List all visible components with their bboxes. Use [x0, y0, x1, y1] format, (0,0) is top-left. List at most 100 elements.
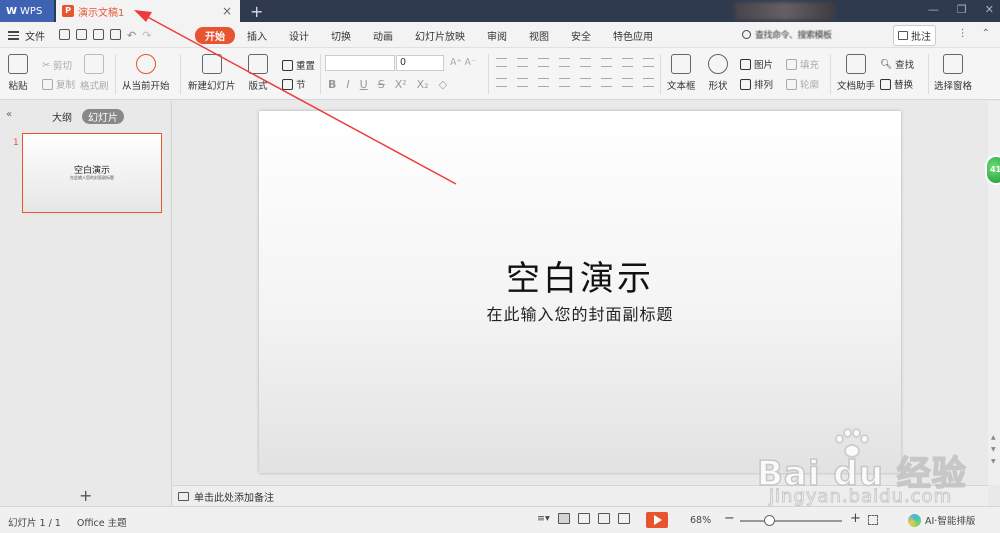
add-slide-button[interactable]: +	[79, 486, 92, 505]
zoom-slider-handle[interactable]	[763, 515, 775, 526]
selection-pane-button[interactable]: 选择窗格	[934, 54, 972, 92]
align-center-icon[interactable]	[517, 78, 528, 87]
bold-icon[interactable]: B	[328, 78, 336, 91]
paste-button[interactable]: 粘贴	[8, 54, 28, 92]
close-window-icon[interactable]: ✕	[985, 3, 994, 16]
vertical-align-icon[interactable]	[643, 58, 654, 67]
tab-security[interactable]: 安全	[561, 27, 601, 44]
tab-design[interactable]: 设计	[279, 27, 319, 44]
tab-special-apps[interactable]: 特色应用	[603, 27, 663, 44]
shape-button[interactable]: 形状	[708, 54, 728, 92]
reading-view-icon[interactable]	[597, 513, 610, 524]
collapse-panel-icon[interactable]: «	[6, 109, 12, 120]
ai-layout-button[interactable]: AI·智能排版	[908, 513, 975, 527]
columns-icon[interactable]	[622, 58, 633, 67]
new-slide-button[interactable]: 新建幻灯片	[188, 54, 236, 92]
new-tab-button[interactable]: +	[250, 2, 263, 21]
subscript-icon[interactable]: X₂	[417, 78, 429, 91]
wps-home-tab[interactable]: W WPS	[0, 0, 54, 22]
smart-art-icon[interactable]	[601, 78, 612, 87]
replace-button[interactable]: 替换	[880, 77, 913, 91]
format-painter-button[interactable]: 格式刷	[80, 54, 109, 92]
section-button[interactable]: 节	[282, 77, 306, 91]
reset-button[interactable]: 重置	[282, 58, 315, 72]
play-from-current-button[interactable]: 从当前开始	[122, 54, 170, 92]
align-left-icon[interactable]	[496, 78, 507, 87]
file-menu[interactable]: 文件	[25, 28, 45, 43]
distribute-icon[interactable]	[580, 78, 591, 87]
slide[interactable]: 空白演示 在此输入您的封面副标题	[259, 111, 901, 473]
tab-slideshow[interactable]: 幻灯片放映	[405, 27, 475, 44]
outline-button[interactable]: 轮廓	[786, 77, 819, 91]
align-right-icon[interactable]	[538, 78, 549, 87]
floating-badge[interactable]: 41	[985, 155, 1000, 185]
print-preview-icon[interactable]	[110, 29, 121, 40]
more-icon[interactable]: ⋮	[958, 28, 968, 39]
justify-icon[interactable]	[559, 78, 570, 87]
slide-subtitle[interactable]: 在此输入您的封面副标题	[259, 301, 901, 325]
font-family-select[interactable]	[325, 55, 395, 71]
font-grow-button[interactable]: A⁺ A⁻	[450, 57, 476, 68]
copy-button[interactable]: 复制	[42, 77, 75, 91]
tab-slides[interactable]: 幻灯片	[82, 109, 124, 124]
tab-animations[interactable]: 动画	[363, 27, 403, 44]
picture-button[interactable]: 图片	[740, 57, 773, 71]
decrease-indent-icon[interactable]	[538, 58, 549, 67]
tab-review[interactable]: 审阅	[477, 27, 517, 44]
zoom-level[interactable]: 68%	[690, 515, 711, 526]
tab-view[interactable]: 视图	[519, 27, 559, 44]
slide-title[interactable]: 空白演示	[259, 251, 901, 300]
line-spacing-icon[interactable]	[580, 58, 591, 67]
italic-icon[interactable]: I	[346, 78, 349, 91]
increase-indent-icon[interactable]	[559, 58, 570, 67]
undo-icon[interactable]: ↶	[127, 29, 136, 42]
slideshow-play-button[interactable]	[646, 512, 668, 528]
zoom-in-button[interactable]: +	[850, 511, 861, 526]
slide-sorter-icon[interactable]	[577, 513, 590, 524]
text-box-button[interactable]: 文本框	[667, 54, 696, 92]
font-size-select[interactable]: 0	[396, 55, 444, 71]
document-tab[interactable]: P 演示文稿1 ×	[56, 0, 240, 22]
export-pdf-icon[interactable]	[76, 29, 87, 40]
slide-count: 幻灯片 1 / 1	[8, 518, 61, 529]
scroll-page-icons[interactable]: ▲ ▼ ▼	[991, 432, 996, 468]
numbering-icon[interactable]	[517, 58, 528, 67]
text-effect-icon[interactable]	[643, 78, 654, 87]
zoom-slider[interactable]	[740, 520, 842, 522]
slide-thumbnail[interactable]: 空白演示 在此输入您的封面副标题	[22, 133, 162, 213]
fit-window-icon[interactable]	[868, 515, 878, 525]
superscript-icon[interactable]: X²	[395, 78, 407, 91]
text-direction-icon[interactable]	[601, 58, 612, 67]
strikethrough-icon[interactable]: S	[378, 78, 385, 91]
para-settings-icon[interactable]	[622, 78, 633, 87]
doc-helper-button[interactable]: 文档助手	[837, 54, 875, 92]
tab-transitions[interactable]: 切换	[321, 27, 361, 44]
zoom-out-button[interactable]: −	[724, 511, 735, 526]
notes-toggle-icon[interactable]: ≡▾	[537, 513, 550, 524]
replace-label: 替换	[894, 80, 914, 91]
slide-number: 1	[13, 138, 19, 148]
fill-button[interactable]: 填充	[786, 57, 819, 71]
save-icon[interactable]	[59, 29, 70, 40]
layout-button[interactable]: 版式	[248, 54, 268, 92]
tab-outline[interactable]: 大纲	[52, 109, 72, 124]
collapse-ribbon-icon[interactable]: ⌃	[982, 28, 990, 39]
redo-icon[interactable]: ↷	[142, 29, 151, 42]
tab-home[interactable]: 开始	[195, 27, 235, 44]
clear-format-icon[interactable]: ◇	[439, 78, 447, 91]
close-tab-icon[interactable]: ×	[222, 4, 232, 18]
restore-icon[interactable]: ❐	[957, 3, 967, 16]
hamburger-icon[interactable]	[8, 29, 19, 42]
bullets-icon[interactable]	[496, 58, 507, 67]
comment-button[interactable]: 批注	[893, 25, 936, 46]
print-icon[interactable]	[93, 29, 104, 40]
arrange-button[interactable]: 排列	[740, 77, 773, 91]
command-search[interactable]: 查找命令、搜索模板	[742, 28, 832, 41]
find-button[interactable]: 🔍︎ 查找	[880, 57, 914, 72]
minimize-icon[interactable]: —	[928, 3, 939, 16]
tab-insert[interactable]: 插入	[237, 27, 277, 44]
cut-button[interactable]: ✂ 剪切	[42, 58, 72, 73]
underline-icon[interactable]: U	[360, 78, 368, 91]
normal-view-icon[interactable]	[557, 513, 570, 524]
presenter-view-icon[interactable]	[617, 513, 630, 524]
